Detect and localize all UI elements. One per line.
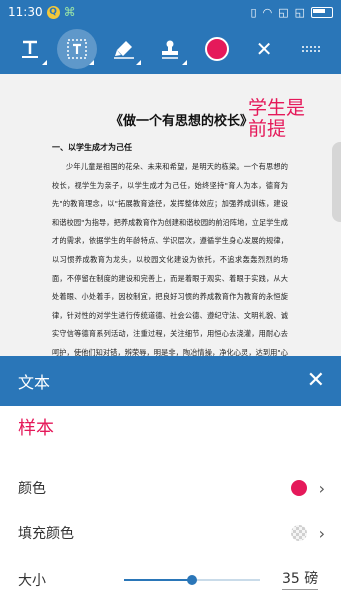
text-tool-button[interactable]: [10, 29, 50, 69]
dropdown-corner-icon: [42, 60, 47, 65]
slider-fill: [124, 579, 192, 581]
chevron-right-icon: ›: [318, 478, 325, 498]
toolbar-close-button[interactable]: ✕: [244, 29, 284, 69]
document-body: 少年儿童是祖国的花朵、未来和希望，是明天的栋梁。一个有思想的校长，视学生为亲子，…: [52, 162, 288, 356]
dropdown-corner-icon: [182, 60, 188, 65]
size-value-field[interactable]: 35 磅: [282, 568, 319, 590]
document-title: 《做一个有思想的校长》: [110, 114, 254, 129]
sheet-title: 文本: [18, 373, 51, 392]
dropdown-corner-icon: [88, 60, 94, 65]
annotation-toolbar: ✕: [0, 24, 341, 74]
chevron-right-icon: ›: [318, 523, 325, 543]
sample-text-preview: 样本: [18, 418, 54, 439]
current-color-swatch: [205, 37, 230, 61]
sim-icon-2: ◱: [294, 5, 305, 19]
vibrate-icon: ▯: [250, 5, 257, 19]
typewriter-tool-button[interactable]: [56, 29, 97, 69]
size-label: 大小: [18, 573, 46, 589]
stamp-tool-button[interactable]: [150, 29, 190, 69]
document-heading: 一、以学生成才为己任: [52, 143, 132, 152]
close-icon: ✕: [255, 37, 273, 61]
more-dots-icon: [301, 46, 320, 52]
document-view[interactable]: 《做一个有思想的校长》 学生是前提 一、以学生成才为己任 少年儿童是祖国的花朵、…: [0, 74, 341, 356]
notification-badge-icon: Q: [46, 5, 60, 19]
scroll-handle[interactable]: [332, 142, 341, 222]
highlighter-icon: [113, 41, 134, 59]
color-picker-button[interactable]: [197, 29, 237, 69]
status-time: 11:30: [8, 5, 43, 19]
typewriter-tool-icon: [67, 39, 87, 59]
more-button[interactable]: [291, 29, 331, 69]
status-bar: 11:30 Q ⌘ ▯ ◠ ◱ ◱: [0, 0, 341, 24]
text-properties-panel: 样本 颜色 › 填充颜色 › 大小 35 磅: [0, 406, 341, 605]
color-row[interactable]: 颜色 ›: [18, 476, 325, 500]
sheet-close-icon[interactable]: ✕: [307, 370, 325, 392]
text-annotation[interactable]: 学生是前提: [248, 98, 312, 140]
battery-icon: [311, 6, 333, 18]
fill-color-label: 填充颜色: [18, 526, 74, 542]
sim-icon: ◱: [278, 5, 289, 19]
color-label: 颜色: [18, 481, 46, 497]
stamp-icon: [162, 40, 179, 59]
highlighter-tool-button[interactable]: [104, 29, 144, 69]
fill-color-row[interactable]: 填充颜色 ›: [18, 521, 325, 545]
size-row: 大小: [18, 568, 118, 592]
text-tool-icon: [22, 40, 38, 58]
wifi-icon: ◠: [262, 5, 273, 19]
size-slider[interactable]: [124, 573, 260, 587]
text-properties-header: 文本 ✕: [0, 356, 341, 406]
fill-color-swatch: [290, 525, 307, 541]
dropdown-corner-icon: [135, 60, 141, 65]
text-color-swatch: [290, 480, 307, 496]
app-notification-icon: ⌘: [63, 5, 76, 19]
slider-thumb[interactable]: [187, 575, 197, 585]
